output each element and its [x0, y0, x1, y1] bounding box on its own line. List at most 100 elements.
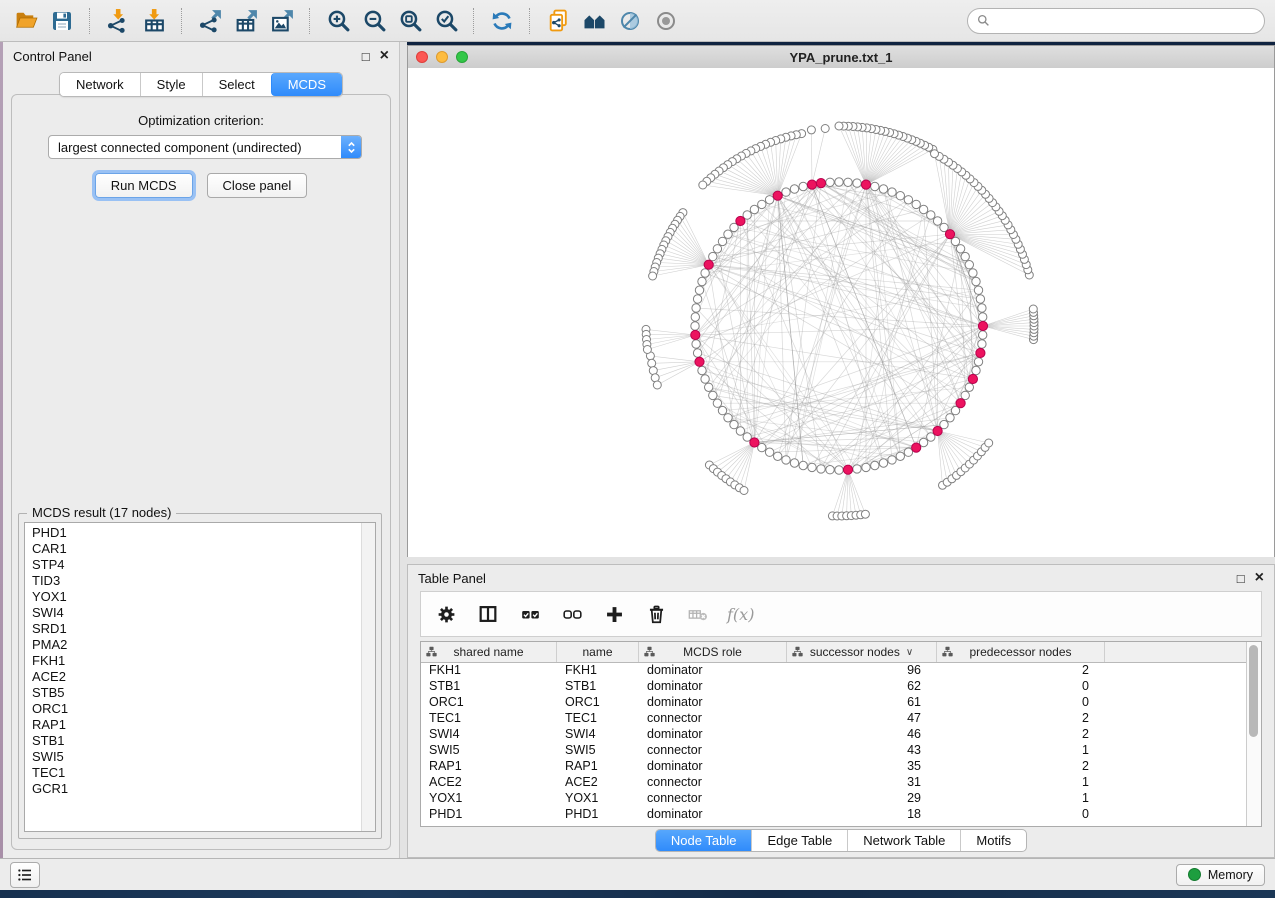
- select-all-button[interactable]: [517, 601, 543, 627]
- ring-node[interactable]: [782, 456, 790, 464]
- ring-node[interactable]: [871, 461, 879, 469]
- mcds-result-item[interactable]: STB5: [25, 685, 362, 701]
- ring-node[interactable]: [896, 452, 904, 460]
- criterion-dropdown[interactable]: largest connected component (undirected): [48, 135, 362, 159]
- ring-node[interactable]: [692, 304, 700, 312]
- table-cell-mcds_role[interactable]: dominator: [639, 807, 787, 821]
- mcds-hub-node[interactable]: [750, 438, 759, 447]
- mcds-hub-node[interactable]: [704, 260, 713, 269]
- ring-node[interactable]: [713, 399, 721, 407]
- ring-node[interactable]: [974, 286, 982, 294]
- ring-node[interactable]: [904, 196, 912, 204]
- table-cell-name[interactable]: YOX1: [557, 791, 639, 805]
- zoom-fit-button[interactable]: [394, 5, 426, 37]
- table-cell-predecessor_nodes[interactable]: 1: [937, 743, 1105, 757]
- ring-node[interactable]: [693, 295, 701, 303]
- ring-node[interactable]: [976, 295, 984, 303]
- ring-node[interactable]: [718, 406, 726, 414]
- ring-node[interactable]: [956, 245, 964, 253]
- table-cell-name[interactable]: RAP1: [557, 759, 639, 773]
- table-cell-name[interactable]: PHD1: [557, 807, 639, 821]
- ring-node[interactable]: [974, 358, 982, 366]
- ring-node[interactable]: [853, 465, 861, 473]
- leaf-node[interactable]: [648, 359, 656, 367]
- ring-node[interactable]: [946, 414, 954, 422]
- ring-node[interactable]: [701, 269, 709, 277]
- ring-node[interactable]: [978, 304, 986, 312]
- mcds-result-item[interactable]: YOX1: [25, 589, 362, 605]
- ring-node[interactable]: [758, 200, 766, 208]
- ring-node[interactable]: [701, 375, 709, 383]
- column-header[interactable]: successor nodes∨: [787, 642, 937, 662]
- mcds-result-item[interactable]: ORC1: [25, 701, 362, 717]
- import-table-button[interactable]: [138, 5, 170, 37]
- leaf-node[interactable]: [649, 272, 657, 280]
- save-session-button[interactable]: [46, 5, 78, 37]
- table-row[interactable]: ACE2ACE2connector311: [421, 774, 1247, 790]
- table-cell-shared_name[interactable]: ORC1: [421, 695, 557, 709]
- ring-node[interactable]: [979, 313, 987, 321]
- table-cell-predecessor_nodes[interactable]: 0: [937, 695, 1105, 709]
- delete-table-button[interactable]: [685, 601, 711, 627]
- leaf-node[interactable]: [931, 150, 939, 158]
- mcds-result-item[interactable]: SRD1: [25, 621, 362, 637]
- table-cell-mcds_role[interactable]: dominator: [639, 679, 787, 693]
- mcds-hub-node[interactable]: [843, 465, 852, 474]
- mcds-hub-node[interactable]: [691, 330, 700, 339]
- ring-node[interactable]: [826, 178, 834, 186]
- column-header[interactable]: name: [557, 642, 639, 662]
- table-cell-predecessor_nodes[interactable]: 0: [937, 807, 1105, 821]
- ring-node[interactable]: [750, 205, 758, 213]
- ring-node[interactable]: [862, 463, 870, 471]
- table-cell-name[interactable]: SWI5: [557, 743, 639, 757]
- mcds-hub-node[interactable]: [736, 216, 745, 225]
- table-row[interactable]: ORC1ORC1dominator610: [421, 694, 1247, 710]
- table-cell-successor_nodes[interactable]: 61: [787, 695, 937, 709]
- mcds-hub-node[interactable]: [968, 374, 977, 383]
- ring-node[interactable]: [826, 466, 834, 474]
- ring-node[interactable]: [765, 196, 773, 204]
- leaf-node[interactable]: [740, 487, 748, 495]
- function-builder-button[interactable]: f(x): [727, 601, 754, 627]
- float-panel-icon[interactable]: □: [1237, 572, 1245, 585]
- ring-node[interactable]: [835, 178, 843, 186]
- zoom-in-button[interactable]: [322, 5, 354, 37]
- mcds-result-item[interactable]: GCR1: [25, 781, 362, 797]
- ring-node[interactable]: [693, 349, 701, 357]
- leaf-node[interactable]: [653, 381, 661, 389]
- table-cell-name[interactable]: SWI4: [557, 727, 639, 741]
- ring-node[interactable]: [691, 313, 699, 321]
- table-row[interactable]: PHD1PHD1dominator180: [421, 806, 1247, 822]
- search-input[interactable]: [996, 12, 1255, 29]
- mcds-result-item[interactable]: PHD1: [25, 525, 362, 541]
- delete-column-button[interactable]: [643, 601, 669, 627]
- ring-node[interactable]: [799, 461, 807, 469]
- show-columns-button[interactable]: [475, 601, 501, 627]
- ring-node[interactable]: [691, 322, 699, 330]
- table-cell-predecessor_nodes[interactable]: 2: [937, 663, 1105, 677]
- leaf-node[interactable]: [821, 125, 829, 133]
- table-cell-predecessor_nodes[interactable]: 1: [937, 775, 1105, 789]
- table-settings-button[interactable]: [433, 601, 459, 627]
- mcds-result-item[interactable]: SWI4: [25, 605, 362, 621]
- deselect-all-button[interactable]: [559, 601, 585, 627]
- horizontal-splitter[interactable]: [407, 557, 1275, 564]
- close-panel-button[interactable]: Close panel: [207, 173, 308, 198]
- ring-node[interactable]: [817, 465, 825, 473]
- tab-mcds[interactable]: MCDS: [271, 73, 342, 96]
- table-cell-shared_name[interactable]: PHD1: [421, 807, 557, 821]
- mcds-result-item[interactable]: PMA2: [25, 637, 362, 653]
- ring-node[interactable]: [799, 182, 807, 190]
- ring-node[interactable]: [879, 185, 887, 193]
- table-cell-predecessor_nodes[interactable]: 2: [937, 727, 1105, 741]
- table-cell-shared_name[interactable]: YOX1: [421, 791, 557, 805]
- table-cell-predecessor_nodes[interactable]: 2: [937, 759, 1105, 773]
- ring-node[interactable]: [709, 252, 717, 260]
- table-row[interactable]: SWI4SWI4dominator462: [421, 726, 1247, 742]
- show-view-button[interactable]: [650, 5, 682, 37]
- ring-node[interactable]: [774, 452, 782, 460]
- mcds-hub-node[interactable]: [807, 180, 816, 189]
- mcds-result-item[interactable]: TID3: [25, 573, 362, 589]
- ring-node[interactable]: [709, 391, 717, 399]
- ring-node[interactable]: [879, 459, 887, 467]
